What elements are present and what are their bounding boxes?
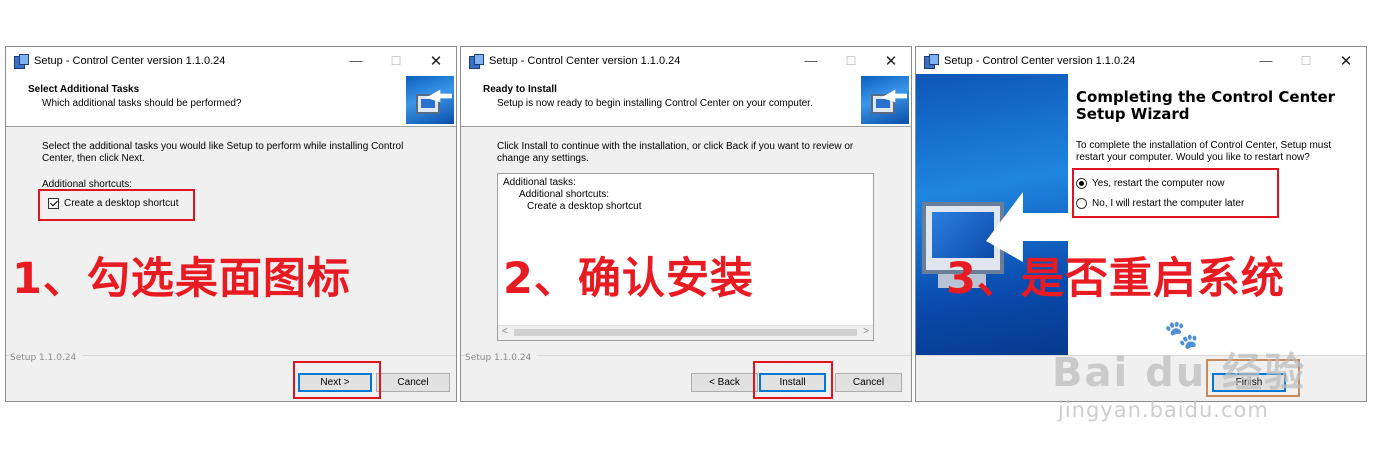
window-title: Setup - Control Center version 1.1.0.24 bbox=[34, 54, 226, 67]
footer-version: Setup 1.1.0.24 bbox=[465, 353, 538, 363]
finish-title-line1: Completing the Control Center bbox=[1076, 88, 1336, 106]
memo-line: Additional shortcuts: bbox=[519, 189, 610, 200]
step-annotation: 3、是否重启系统 bbox=[946, 254, 1285, 304]
maximize-icon: ☐ bbox=[1300, 53, 1312, 68]
back-button[interactable]: < Back bbox=[691, 373, 758, 392]
minimize-icon[interactable]: — bbox=[1246, 47, 1286, 74]
body-text-line2: change any settings. bbox=[497, 153, 589, 164]
memo-line: Create a desktop shortcut bbox=[527, 201, 642, 212]
window-title: Setup - Control Center version 1.1.0.24 bbox=[944, 54, 1136, 67]
finish-title-line2: Setup Wizard bbox=[1076, 105, 1190, 123]
finish-body-line2: restart your computer. Would you like to… bbox=[1076, 152, 1310, 163]
body-text-line1: Click Install to continue with the insta… bbox=[497, 141, 854, 152]
page-subtitle: Setup is now ready to begin installing C… bbox=[497, 98, 813, 109]
cancel-button[interactable]: Cancel bbox=[835, 373, 902, 392]
setup-app-icon bbox=[924, 53, 939, 69]
memo-line: Additional tasks: bbox=[503, 177, 576, 188]
wizard-monitor-icon bbox=[861, 76, 909, 124]
body-text-line2: Center, then click Next. bbox=[42, 153, 145, 164]
wizard-monitor-icon bbox=[406, 76, 454, 124]
scroll-right-icon[interactable]: > bbox=[863, 326, 869, 337]
cancel-button[interactable]: Cancel bbox=[376, 373, 450, 392]
highlight-box-checkbox bbox=[38, 189, 195, 221]
finish-body-line1: To complete the installation of Control … bbox=[1076, 140, 1332, 151]
scroll-thumb[interactable] bbox=[514, 329, 857, 336]
close-icon[interactable]: ✕ bbox=[871, 47, 911, 74]
minimize-icon[interactable]: — bbox=[791, 47, 831, 74]
footer-version: Setup 1.1.0.24 bbox=[10, 353, 83, 363]
wizard-side-image bbox=[916, 74, 1068, 356]
highlight-box-restart-options bbox=[1072, 168, 1279, 218]
step-annotation: 1、勾选桌面图标 bbox=[12, 254, 351, 304]
minimize-icon[interactable]: — bbox=[336, 47, 376, 74]
scroll-left-icon[interactable]: < bbox=[502, 326, 508, 337]
setup-app-icon bbox=[14, 53, 29, 69]
setup-window-tasks: Setup - Control Center version 1.1.0.24 … bbox=[5, 46, 457, 402]
maximize-icon: ☐ bbox=[390, 53, 402, 68]
watermark-url: jingyan.baidu.com bbox=[1058, 398, 1269, 422]
page-title: Ready to Install bbox=[483, 84, 557, 95]
highlight-box-next bbox=[293, 361, 381, 399]
maximize-icon: ☐ bbox=[845, 53, 857, 68]
window-title: Setup - Control Center version 1.1.0.24 bbox=[489, 54, 681, 67]
close-icon[interactable]: ✕ bbox=[1326, 47, 1366, 74]
horizontal-scrollbar[interactable]: < > bbox=[498, 325, 873, 340]
page-title: Select Additional Tasks bbox=[28, 84, 140, 95]
wizard-header: Ready to Install Setup is now ready to b… bbox=[461, 74, 911, 127]
setup-window-ready: Setup - Control Center version 1.1.0.24 … bbox=[460, 46, 912, 402]
wizard-header: Select Additional Tasks Which additional… bbox=[6, 74, 456, 127]
close-icon[interactable]: ✕ bbox=[416, 47, 456, 74]
step-annotation: 2、确认安装 bbox=[503, 254, 754, 304]
body-text-line1: Select the additional tasks you would li… bbox=[42, 141, 404, 152]
paw-icon: 🐾 bbox=[1164, 318, 1199, 351]
setup-app-icon bbox=[469, 53, 484, 69]
highlight-box-install bbox=[753, 361, 833, 399]
page-subtitle: Which additional tasks should be perform… bbox=[42, 98, 242, 109]
